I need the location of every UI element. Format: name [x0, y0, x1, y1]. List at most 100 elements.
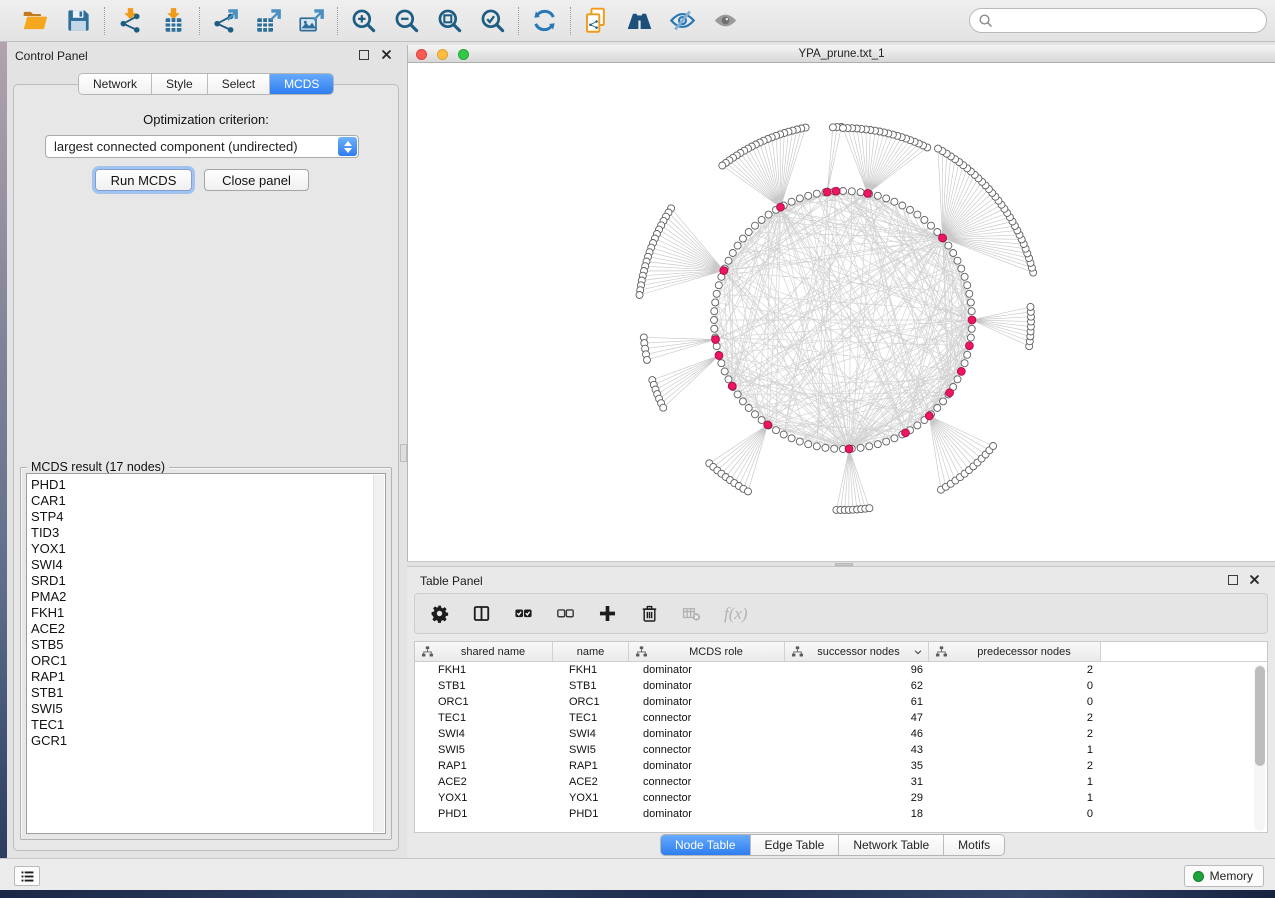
desktop-wallpaper-bottom [0, 890, 1275, 898]
table-cell: RAP1 [415, 760, 553, 772]
mcds-result-item[interactable]: ACE2 [31, 621, 369, 637]
delete-row-icon[interactable] [640, 604, 659, 623]
table-cell: 1 [929, 792, 1101, 804]
zoom-fit-icon[interactable] [436, 7, 463, 34]
column-header-MCDS-role[interactable]: MCDS role [629, 642, 785, 661]
show-columns-icon[interactable] [472, 604, 491, 623]
column-header-predecessor-nodes[interactable]: predecessor nodes [929, 642, 1101, 661]
zoom-selected-icon[interactable] [479, 7, 506, 34]
optimization-criterion-select[interactable]: largest connected component (undirected) [45, 135, 359, 158]
mcds-result-item[interactable]: SRD1 [31, 573, 369, 589]
table-row[interactable]: RAP1RAP1dominator352 [415, 758, 1267, 774]
unselect-all-icon[interactable] [556, 604, 575, 623]
zoom-out-icon[interactable] [393, 7, 420, 34]
table-cell: FKH1 [415, 664, 553, 676]
close-icon[interactable] [381, 49, 392, 60]
table-row[interactable]: ORC1ORC1dominator610 [415, 694, 1267, 710]
mcds-result-group: MCDS result (17 nodes) PHD1CAR1STP4TID3Y… [20, 467, 392, 840]
table-row[interactable]: TEC1TEC1connector472 [415, 710, 1267, 726]
table-scrollbar[interactable] [1254, 665, 1265, 831]
tab-edge-table[interactable]: Edge Table [751, 835, 840, 855]
share-document-icon[interactable] [583, 7, 610, 34]
mcds-result-item[interactable]: TEC1 [31, 717, 369, 733]
tab-mcds[interactable]: MCDS [270, 74, 333, 94]
table-panel-title: Table Panel [420, 574, 483, 588]
column-header-shared-name[interactable]: shared name [415, 642, 553, 661]
mcds-result-item[interactable]: RAP1 [31, 669, 369, 685]
add-row-icon[interactable] [598, 604, 617, 623]
import-table-icon[interactable] [160, 7, 187, 34]
table-scrollbar-thumb[interactable] [1255, 666, 1265, 766]
import-network-icon[interactable] [117, 7, 144, 34]
column-header-name[interactable]: name [553, 642, 629, 661]
table-cell: dominator [629, 808, 785, 820]
table-row[interactable]: SWI4SWI4dominator462 [415, 726, 1267, 742]
select-all-icon[interactable] [514, 604, 533, 623]
mcds-result-item[interactable]: STP4 [31, 509, 369, 525]
tab-network-table[interactable]: Network Table [839, 835, 944, 855]
save-session-icon[interactable] [65, 7, 92, 34]
tab-node-table[interactable]: Node Table [661, 835, 751, 855]
table-cell: FKH1 [553, 664, 629, 676]
network-window-titlebar[interactable]: YPA_prune.txt_1 [408, 45, 1275, 63]
mcds-result-item[interactable]: CAR1 [31, 493, 369, 509]
mcds-result-item[interactable]: PHD1 [31, 477, 369, 493]
task-history-button[interactable] [14, 866, 40, 886]
mcds-result-item[interactable]: YOX1 [31, 541, 369, 557]
tab-motifs[interactable]: Motifs [944, 835, 1004, 855]
table-cell: 35 [785, 760, 929, 772]
refresh-icon[interactable] [531, 7, 558, 34]
mcds-result-item[interactable]: GCR1 [31, 733, 369, 749]
zoom-in-icon[interactable] [350, 7, 377, 34]
memory-button[interactable]: Memory [1184, 865, 1264, 887]
mcds-result-item[interactable]: TID3 [31, 525, 369, 541]
table-cell: 31 [785, 776, 929, 788]
close-icon[interactable] [1249, 574, 1260, 585]
mcds-result-item[interactable]: PMA2 [31, 589, 369, 605]
table-cell: 0 [929, 696, 1101, 708]
horizontal-splitter-handle[interactable] [835, 563, 853, 566]
float-window-icon[interactable] [1228, 575, 1238, 585]
tab-style[interactable]: Style [152, 74, 208, 94]
mcds-result-item[interactable]: FKH1 [31, 605, 369, 621]
network-view-window: YPA_prune.txt_1 [407, 45, 1275, 561]
export-table-icon[interactable] [255, 7, 282, 34]
tab-network[interactable]: Network [79, 74, 152, 94]
show-all-icon[interactable] [712, 7, 739, 34]
mcds-result-item[interactable]: STB5 [31, 637, 369, 653]
float-window-icon[interactable] [359, 50, 369, 60]
task-list-icon [20, 869, 35, 884]
export-image-icon[interactable] [298, 7, 325, 34]
table-cell: STB1 [415, 680, 553, 692]
table-cell: SWI4 [415, 728, 553, 740]
search-network-icon[interactable] [626, 7, 653, 34]
mcds-result-list[interactable]: PHD1CAR1STP4TID3YOX1SWI4SRD1PMA2FKH1ACE2… [26, 473, 386, 834]
mcds-result-item[interactable]: SWI4 [31, 557, 369, 573]
table-cell: connector [629, 744, 785, 756]
mcds-result-item[interactable]: SWI5 [31, 701, 369, 717]
table-row[interactable]: STB1STB1dominator620 [415, 678, 1267, 694]
settings-gear-icon[interactable] [430, 604, 449, 623]
table-cell: YOX1 [415, 792, 553, 804]
table-cell: 2 [929, 728, 1101, 740]
open-file-icon[interactable] [22, 7, 49, 34]
table-cell: 47 [785, 712, 929, 724]
hide-selected-icon[interactable] [669, 7, 696, 34]
close-panel-button[interactable]: Close panel [204, 169, 309, 191]
run-mcds-button[interactable]: Run MCDS [95, 169, 192, 191]
table-row[interactable]: SWI5SWI5connector431 [415, 742, 1267, 758]
result-list-scrollbar[interactable] [373, 475, 384, 832]
table-row[interactable]: FKH1FKH1dominator962 [415, 662, 1267, 678]
mcds-result-item[interactable]: ORC1 [31, 653, 369, 669]
search-input[interactable] [969, 8, 1267, 33]
column-header-successor-nodes[interactable]: successor nodes [785, 642, 929, 661]
vertical-splitter-handle[interactable] [400, 444, 407, 462]
tab-select[interactable]: Select [208, 74, 270, 94]
network-canvas[interactable] [408, 63, 1275, 561]
mcds-result-item[interactable]: STB1 [31, 685, 369, 701]
table-row[interactable]: PHD1PHD1dominator180 [415, 806, 1267, 822]
column-header-label: shared name [434, 646, 552, 658]
table-row[interactable]: ACE2ACE2connector311 [415, 774, 1267, 790]
export-network-icon[interactable] [212, 7, 239, 34]
table-row[interactable]: YOX1YOX1connector291 [415, 790, 1267, 806]
